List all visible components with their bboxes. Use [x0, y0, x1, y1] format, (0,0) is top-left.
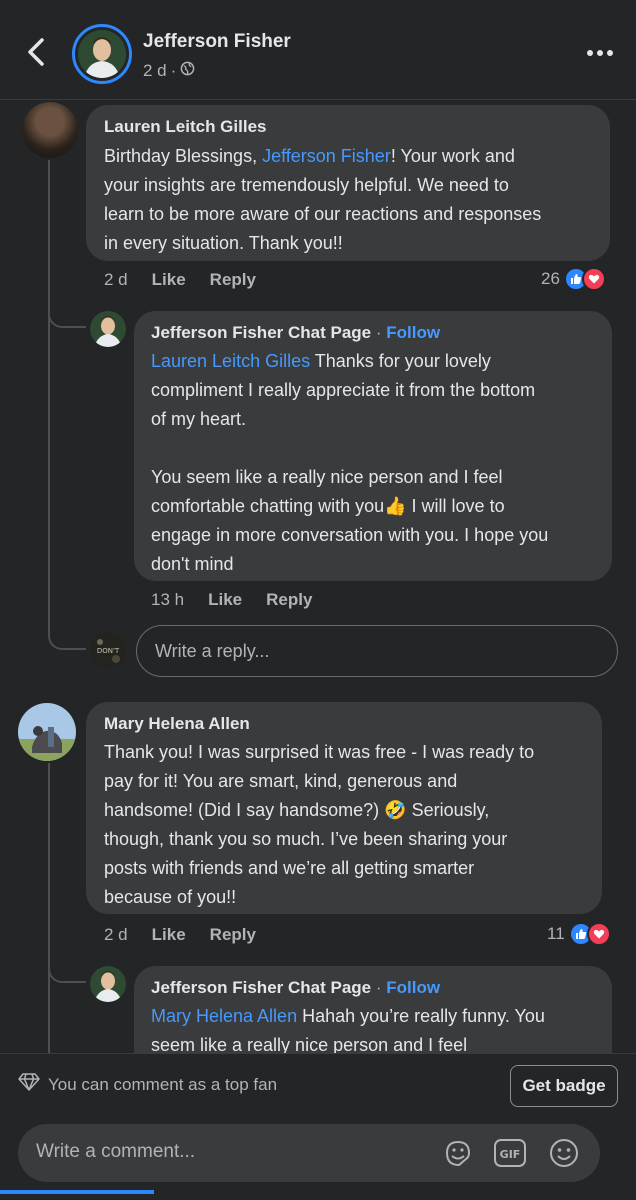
- thread-line: [48, 763, 50, 1053]
- more-dots-icon[interactable]: [580, 38, 620, 68]
- reply-author-name[interactable]: Jefferson Fisher Chat Page: [151, 978, 371, 997]
- reply-text-part: compliment I really appreciate it from t…: [151, 380, 536, 400]
- tab-indicator: [0, 1190, 154, 1194]
- mention-link[interactable]: Jefferson Fisher: [262, 146, 391, 166]
- globe-icon: [180, 61, 195, 81]
- sticker-icon[interactable]: [440, 1136, 476, 1170]
- get-badge-button[interactable]: Get badge: [510, 1065, 618, 1107]
- comment-text-part: Seriously,: [406, 800, 490, 820]
- reply-text-part: don't mind: [151, 554, 234, 574]
- love-reaction-icon: [581, 267, 606, 291]
- thread-connector: [48, 300, 86, 328]
- reply-actions: 13 h Like Reply: [151, 590, 312, 610]
- like-button[interactable]: Like: [152, 925, 186, 945]
- follow-button[interactable]: Follow: [386, 323, 440, 342]
- comment-actions: 2 d Like Reply: [104, 270, 256, 290]
- reply-text-part: of my heart.: [151, 409, 247, 429]
- page-avatar[interactable]: [90, 311, 126, 347]
- reply-author-line: Jefferson Fisher Chat Page · Follow: [151, 978, 440, 998]
- thread-connector: [48, 955, 86, 983]
- reply-button[interactable]: Reply: [266, 590, 312, 610]
- comment-text-part: Birthday Blessings,: [104, 146, 263, 166]
- diamond-icon: [18, 1072, 40, 1097]
- emoji-icon[interactable]: [546, 1136, 582, 1170]
- commenter-name[interactable]: Lauren Leitch Gilles: [104, 117, 267, 137]
- reply-text-part: engage in more conversation with you. I …: [151, 525, 549, 545]
- reply-text: Mary Helena Allen Hahah you’re really fu…: [151, 1002, 606, 1060]
- post-meta: 2 d ·: [143, 61, 195, 81]
- comment-text: Birthday Blessings, Jefferson Fisher! Yo…: [104, 142, 604, 258]
- mention-link[interactable]: Mary Helena Allen: [151, 1006, 297, 1026]
- comment-text-part: handsome! (Did I say handsome?): [104, 800, 385, 820]
- comment-text-part: ! Your work and: [390, 146, 515, 166]
- page-avatar[interactable]: [90, 966, 126, 1002]
- reply-text-part: I will love to: [406, 496, 505, 516]
- reply-input-placeholder: Write a reply...: [155, 640, 270, 661]
- top-fan-text: You can comment as a top fan: [48, 1074, 278, 1094]
- meta-separator: ·: [170, 61, 177, 80]
- mention-link[interactable]: Lauren Leitch Gilles: [151, 351, 310, 371]
- thumbs-up-emoji: 👍: [384, 496, 407, 516]
- reply-time[interactable]: 13 h: [151, 590, 184, 610]
- comment-input-placeholder: Write a comment...: [36, 1141, 196, 1162]
- comment-text-part: pay for it! You are smart, kind, generou…: [104, 771, 458, 791]
- gif-label: GIF: [500, 1148, 521, 1161]
- follow-button[interactable]: Follow: [386, 978, 440, 997]
- reaction-count: 11: [547, 924, 565, 943]
- comment-text-part: learn to be more aware of our reactions …: [104, 204, 542, 224]
- comment-input[interactable]: Write a comment... GIF: [18, 1124, 600, 1182]
- gif-icon[interactable]: GIF: [492, 1136, 528, 1170]
- reply-text: Lauren Leitch Gilles Thanks for your lov…: [151, 347, 606, 579]
- comment-time[interactable]: 2 d: [104, 270, 128, 290]
- commenter-avatar[interactable]: [18, 703, 76, 761]
- author-name[interactable]: Jefferson Fisher: [143, 31, 291, 53]
- reply-button[interactable]: Reply: [210, 270, 256, 290]
- comment-text-part: because of you!!: [104, 887, 237, 907]
- like-button[interactable]: Like: [152, 270, 186, 290]
- reply-author-name[interactable]: Jefferson Fisher Chat Page: [151, 323, 371, 342]
- love-reaction-icon: [586, 922, 611, 946]
- top-fan-notice: You can comment as a top fan: [18, 1072, 277, 1097]
- reply-input[interactable]: Write a reply...: [136, 625, 618, 677]
- comment-text-part: Thank you! I was surprised it was free -…: [104, 742, 535, 762]
- like-button[interactable]: Like: [208, 590, 242, 610]
- back-arrow-icon[interactable]: [18, 34, 54, 70]
- comment-actions: 2 d Like Reply: [104, 925, 256, 945]
- comment-text-part: though, thank you so much. I’ve been sha…: [104, 829, 508, 849]
- comment-text-part: in every situation. Thank you!!: [104, 233, 343, 253]
- reply-button[interactable]: Reply: [210, 925, 256, 945]
- reply-text-part: Thanks for your lovely: [310, 351, 491, 371]
- reply-text-part: Hahah you’re really funny. You: [297, 1006, 545, 1026]
- post-header: Jefferson Fisher 2 d ·: [0, 0, 636, 100]
- commenter-avatar[interactable]: [22, 102, 78, 158]
- commenter-name[interactable]: Mary Helena Allen: [104, 714, 250, 734]
- reaction-summary[interactable]: 26: [541, 267, 606, 291]
- post-time[interactable]: 2 d: [143, 61, 167, 81]
- reply-text-part: seem like a really nice person and I fee…: [151, 1035, 468, 1055]
- thread-connector: [48, 620, 86, 650]
- avatar-caption: DON'T: [97, 647, 120, 655]
- reply-text-part: You seem like a really nice person and I…: [151, 467, 503, 487]
- my-avatar: DON'T: [90, 632, 126, 668]
- reaction-count: 26: [541, 269, 560, 288]
- comment-text-part: posts with friends and we’re all getting…: [104, 858, 475, 878]
- comment-composer-bar: You can comment as a top fan Get badge W…: [0, 1053, 636, 1200]
- reply-author-line: Jefferson Fisher Chat Page · Follow: [151, 323, 440, 343]
- name-separator: ·: [375, 323, 382, 342]
- comment-time[interactable]: 2 d: [104, 925, 128, 945]
- author-avatar[interactable]: [72, 24, 132, 84]
- reply-text-part: comfortable chatting with you: [151, 496, 385, 516]
- reaction-summary[interactable]: 11: [547, 922, 611, 946]
- comment-text: Thank you! I was surprised it was free -…: [104, 738, 599, 912]
- name-separator: ·: [375, 978, 382, 997]
- thread-line: [48, 160, 50, 630]
- laughing-emoji: 🤣: [384, 800, 407, 820]
- comment-text-part: your insights are tremendously helpful. …: [104, 175, 509, 195]
